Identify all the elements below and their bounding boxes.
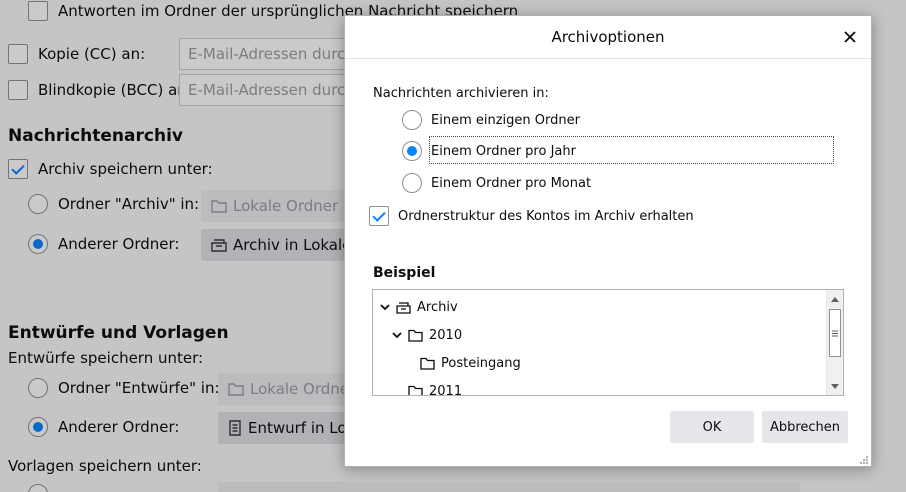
- scroll-thumb[interactable]: [829, 309, 841, 357]
- per-year-radio[interactable]: [402, 141, 422, 161]
- option-per-month[interactable]: Einem Ordner pro Monat: [402, 173, 591, 193]
- single-folder-radio[interactable]: [402, 110, 422, 130]
- tree-row-posteingang[interactable]: Posteingang: [420, 353, 521, 373]
- scroll-up-button[interactable]: [827, 291, 843, 307]
- close-icon: [844, 31, 856, 43]
- ok-button[interactable]: OK: [670, 411, 754, 443]
- keep-structure-checkbox[interactable]: [369, 206, 389, 226]
- per-month-radio[interactable]: [402, 173, 422, 193]
- cancel-button[interactable]: Abbrechen: [762, 411, 848, 443]
- tree-row-2011[interactable]: 2011: [408, 381, 463, 396]
- chevron-down-icon: [380, 304, 390, 311]
- tree-scrollbar[interactable]: [826, 290, 843, 395]
- tree-row-2010[interactable]: 2010: [391, 325, 462, 345]
- archive-options-dialog: Archivoptionen: [344, 15, 872, 467]
- title-separator: [345, 58, 871, 59]
- archive-in-label: Nachrichten archivieren in:: [373, 86, 549, 101]
- tree-row-archive[interactable]: Archiv: [379, 297, 458, 317]
- per-year-label: Einem Ordner pro Jahr: [431, 143, 576, 159]
- arrow-up-icon: [831, 296, 839, 302]
- archive-icon: [396, 301, 411, 314]
- resize-grip-icon[interactable]: [859, 455, 869, 465]
- single-folder-label: Einem einzigen Ordner: [431, 112, 580, 128]
- example-tree[interactable]: Archiv 2010 Posteingang 2011: [372, 289, 844, 396]
- arrow-down-icon: [831, 383, 839, 389]
- tree-2010-label: 2010: [429, 327, 463, 343]
- keep-structure-label: Ordnerstruktur des Kontos im Archiv erha…: [398, 208, 694, 224]
- folder-icon: [408, 329, 423, 342]
- folder-icon: [408, 385, 423, 395]
- close-button[interactable]: [837, 24, 863, 50]
- keep-structure-row[interactable]: Ordnerstruktur des Kontos im Archiv erha…: [369, 206, 694, 226]
- tree-posteingang-label: Posteingang: [441, 355, 521, 371]
- folder-icon: [420, 357, 435, 370]
- dialog-title: Archivoptionen: [551, 28, 665, 46]
- option-per-year[interactable]: Einem Ordner pro Jahr: [402, 141, 576, 161]
- example-heading: Beispiel: [373, 265, 436, 281]
- grip-icon: [832, 330, 838, 336]
- chevron-down-icon: [392, 332, 402, 339]
- per-month-label: Einem Ordner pro Monat: [431, 175, 592, 191]
- tree-archive-label: Archiv: [417, 299, 458, 315]
- tree-2011-label: 2011: [429, 383, 463, 396]
- scroll-down-button[interactable]: [827, 378, 843, 394]
- option-single-folder[interactable]: Einem einzigen Ordner: [402, 110, 580, 130]
